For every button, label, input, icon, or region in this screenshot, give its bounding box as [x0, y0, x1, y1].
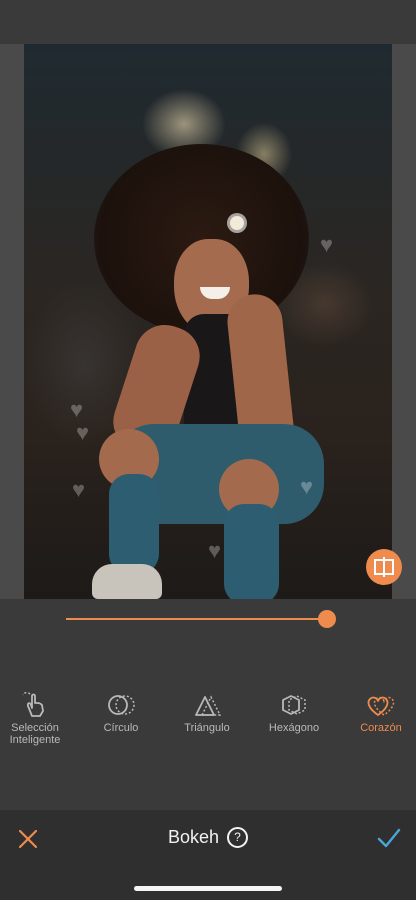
tool-triangle[interactable]: Triángulo	[167, 690, 247, 734]
bokeh-heart-icon: ♥	[208, 538, 222, 563]
bokeh-heart-icon: ♥	[300, 474, 314, 499]
tool-label-heart: Corazón	[360, 722, 402, 734]
photo-shin-left	[109, 474, 159, 574]
photo-shoe	[92, 564, 162, 599]
edited-photo[interactable]: ♥ ♥ ♥ ♥ ♥ ♥	[24, 44, 392, 599]
tool-smart-selection[interactable]: Selección Inteligente	[0, 690, 75, 746]
tool-heart[interactable]: Corazón	[341, 690, 416, 734]
bokeh-heart-icon: ♥	[70, 397, 84, 422]
checkmark-icon[interactable]	[376, 826, 402, 850]
photo-shin-right	[224, 504, 279, 599]
triangle-icon	[195, 695, 222, 716]
tool-label-hexagon: Hexágono	[268, 722, 320, 734]
tool-label-smart-selection: Selección Inteligente	[9, 722, 61, 746]
bokeh-heart-icon: ♥	[76, 420, 90, 445]
hand-select-icon	[22, 691, 44, 717]
screen-title: Bokeh?	[0, 826, 416, 848]
tool-label-circle: Círculo	[103, 722, 139, 734]
home-indicator	[134, 886, 282, 891]
photo-flower	[230, 216, 244, 230]
intensity-slider-track[interactable]	[66, 618, 328, 620]
circle-icon	[108, 695, 135, 715]
status-bar	[0, 0, 416, 44]
intensity-slider-thumb[interactable]	[318, 610, 337, 628]
bokeh-heart-icon: ♥	[72, 477, 86, 502]
help-button[interactable]: ?	[227, 826, 249, 848]
tool-hexagon[interactable]: Hexágono	[254, 690, 334, 734]
photo-canvas: ♥ ♥ ♥ ♥ ♥ ♥	[0, 44, 416, 599]
tool-circle[interactable]: Círculo	[81, 690, 161, 734]
bokeh-heart-icon: ♥	[320, 232, 334, 257]
hexagon-icon	[282, 695, 306, 715]
compare-button[interactable]	[366, 549, 402, 585]
page-title: Bokeh	[167, 826, 220, 847]
heart-icon	[367, 696, 395, 716]
tool-label-triangle: Triángulo	[184, 722, 230, 734]
compare-icon	[374, 557, 394, 577]
bokeh-shape-toolbar: Selección Inteligente Círculo Triángulo …	[0, 690, 416, 760]
